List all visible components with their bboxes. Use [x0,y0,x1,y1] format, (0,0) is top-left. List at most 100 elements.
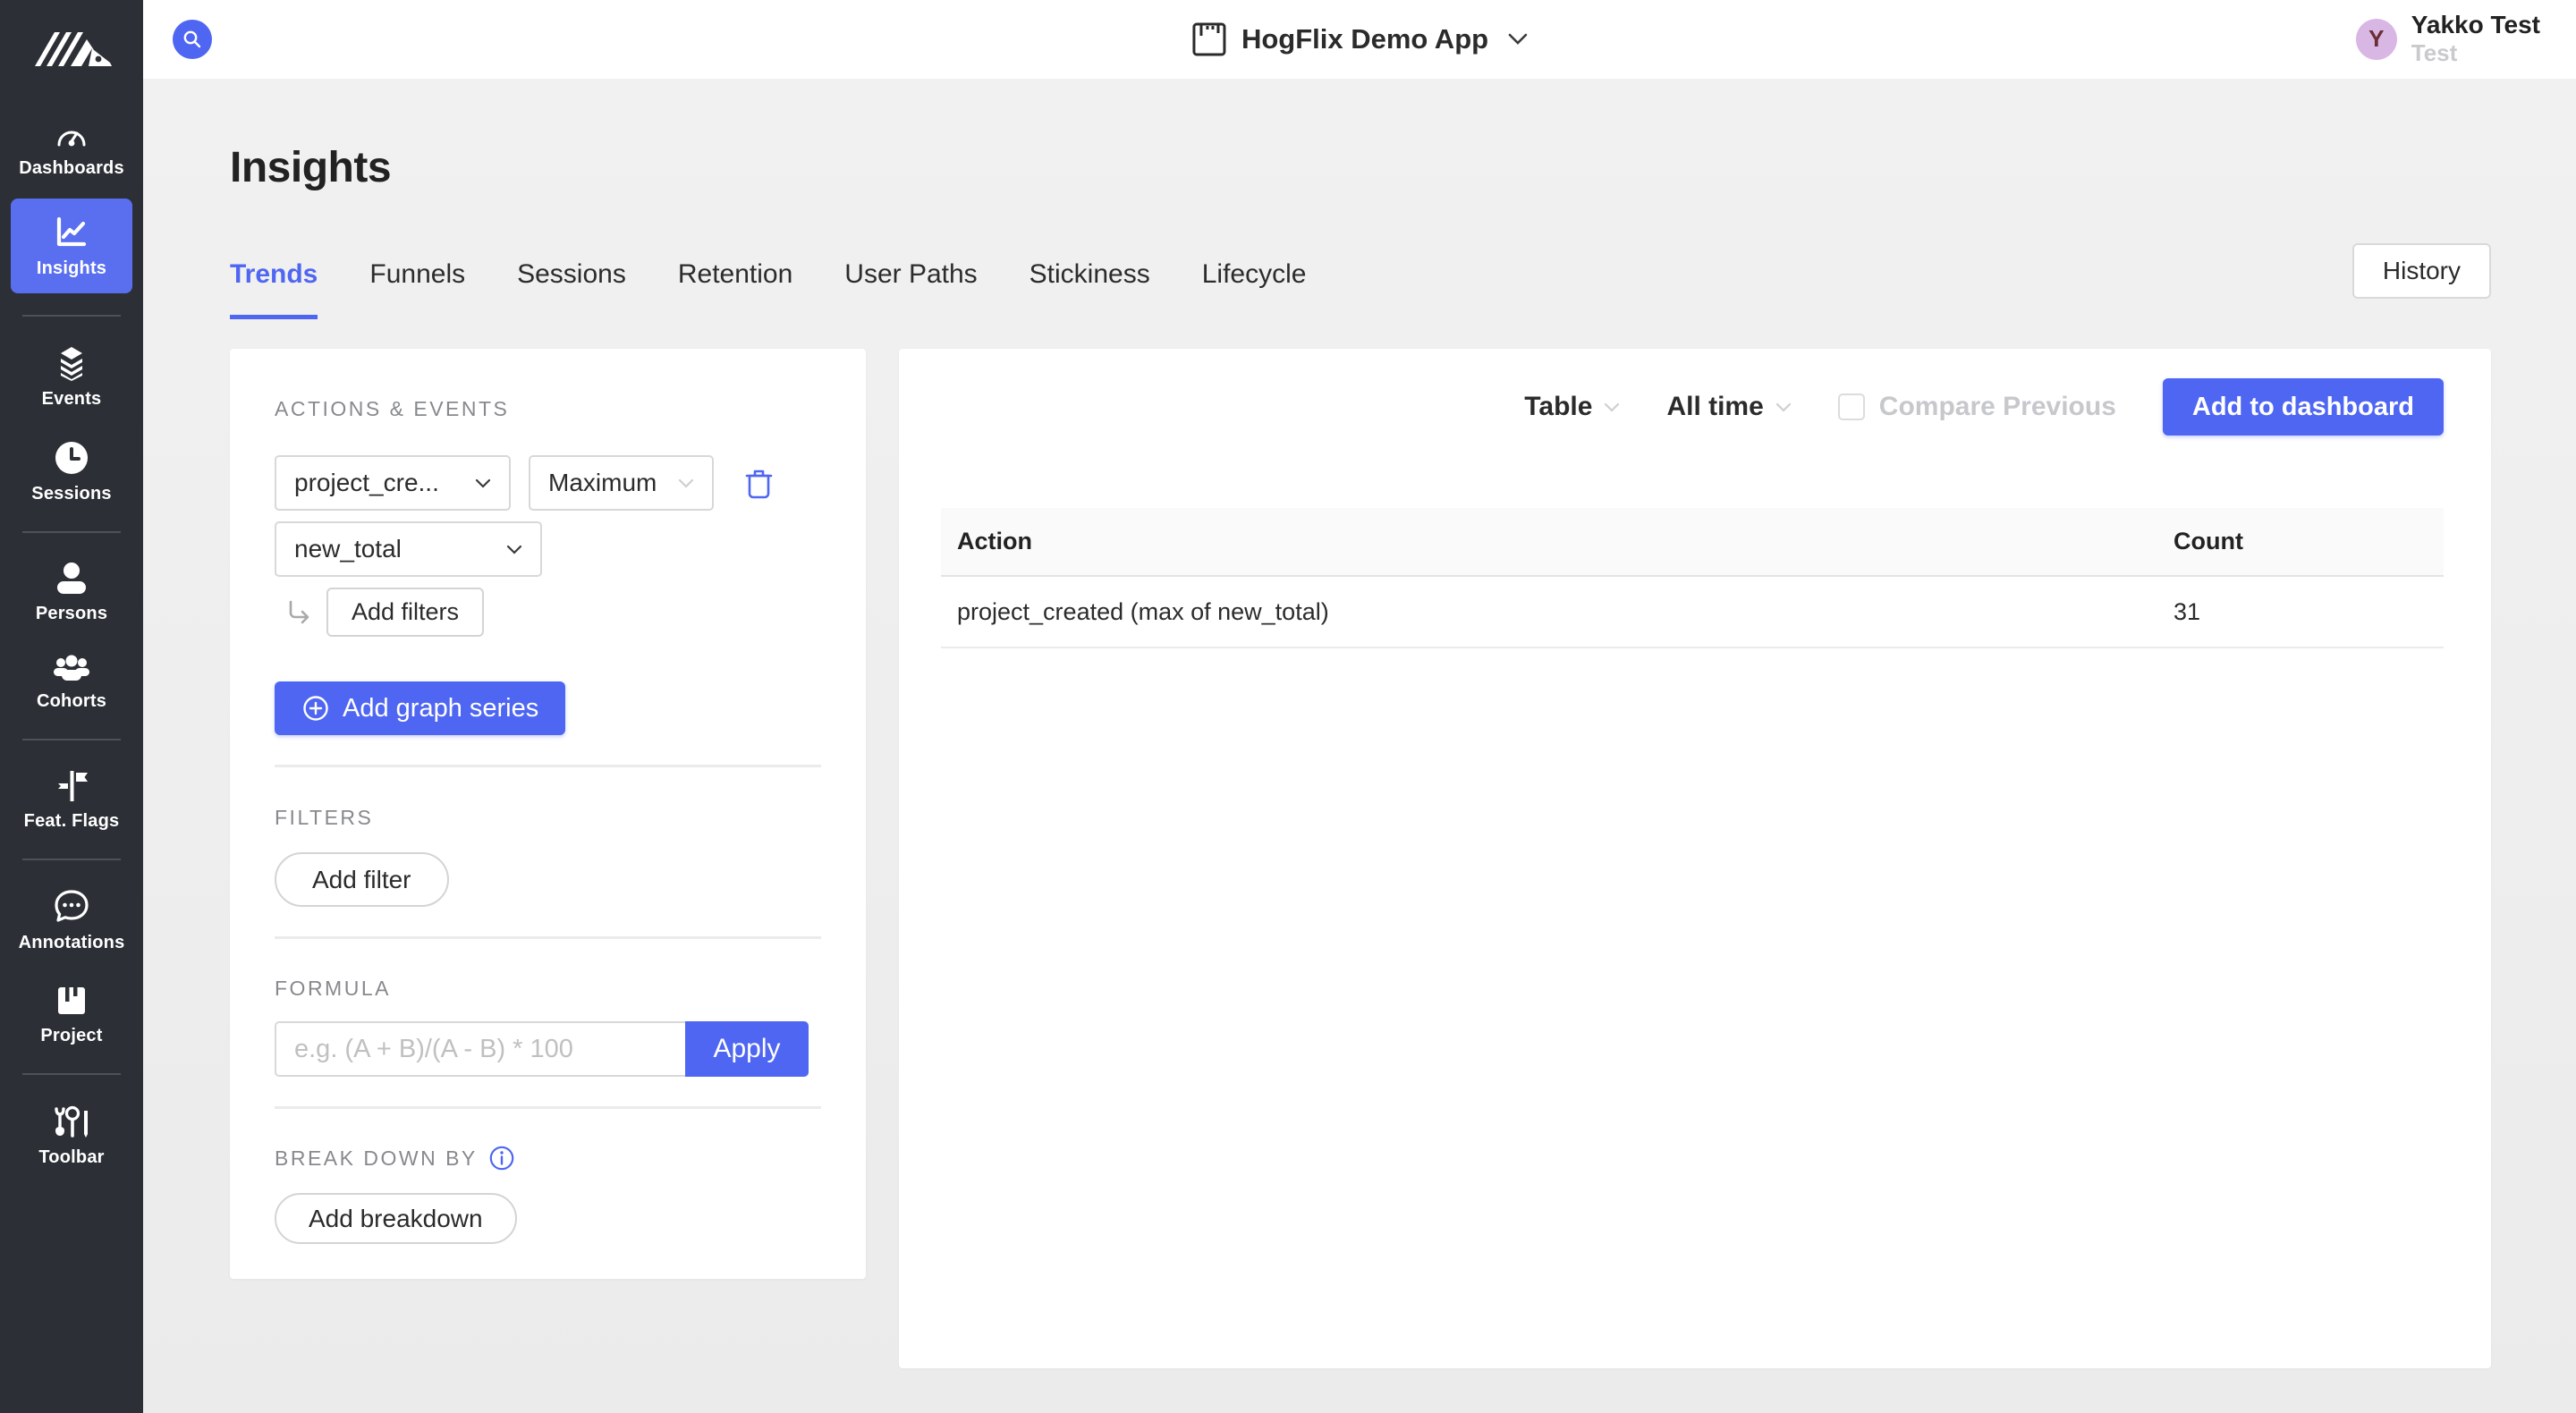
tab-trends[interactable]: Trends [230,259,318,319]
property-select[interactable]: new_total [275,521,542,577]
tab-lifecycle[interactable]: Lifecycle [1202,259,1307,319]
tabs-row: Trends Funnels Sessions Retention User P… [230,243,2491,319]
results-table: Action Count project_created (max of new… [941,508,2444,648]
sidebar-item-dashboards[interactable]: Dashboards [11,107,132,190]
date-range-select[interactable]: All time [1666,392,1791,422]
insight-body: ACTIONS & EVENTS project_cre... Maximum [230,349,2491,1368]
tab-stickiness[interactable]: Stickiness [1030,259,1150,319]
property-select-value: new_total [294,535,402,563]
chevron-down-icon [506,545,522,554]
main-content: Insights Trends Funnels Sessions Retenti… [143,79,2576,1413]
apply-formula-button[interactable]: Apply [685,1021,809,1077]
sidebar-divider [22,859,121,860]
sidebar-item-label: Events [42,389,102,410]
section-divider [275,1106,821,1109]
avatar: Y [2356,19,2397,60]
sidebar-divider [22,531,121,533]
clock-icon [54,440,89,476]
sidebar-item-feature-flags[interactable]: Feat. Flags [11,757,132,842]
sidebar-item-label: Feat. Flags [24,811,120,832]
person-icon [54,562,89,596]
tab-retention[interactable]: Retention [678,259,792,319]
tab-sessions[interactable]: Sessions [517,259,626,319]
display-type-select[interactable]: Table [1524,392,1620,422]
sidebar-item-label: Project [40,1026,102,1046]
sidebar-item-events[interactable]: Events [11,333,132,420]
add-graph-series-label: Add graph series [343,694,538,723]
section-divider [275,765,821,767]
chevron-down-icon [1775,402,1792,412]
math-select[interactable]: Maximum [529,455,714,511]
info-icon[interactable] [488,1145,515,1172]
compare-previous-label: Compare Previous [1879,392,2116,422]
sidebar-item-label: Annotations [19,933,125,953]
sidebar-item-label: Cohorts [37,691,106,712]
sidebar-item-sessions[interactable]: Sessions [11,427,132,515]
add-breakdown-button[interactable]: Add breakdown [275,1193,517,1244]
filters-heading: FILTERS [275,806,821,830]
chat-bubble-icon [53,889,90,925]
user-name: Yakko Test [2411,12,2540,39]
display-type-value: Table [1524,392,1592,422]
project-icon [55,984,89,1018]
event-select[interactable]: project_cre... [275,455,511,511]
add-filters-button[interactable]: Add filters [326,588,484,637]
sidebar-item-label: Persons [36,604,107,624]
sidebar-divider [22,739,121,740]
formula-heading: FORMULA [275,977,821,1001]
page-title: Insights [230,143,2491,192]
tab-funnels[interactable]: Funnels [369,259,465,319]
add-to-dashboard-button[interactable]: Add to dashboard [2163,378,2444,436]
sidebar-item-annotations[interactable]: Annotations [11,876,132,964]
flags-icon [54,769,89,803]
search-button[interactable] [173,20,212,59]
table-header-row: Action Count [941,508,2444,577]
sidebar-item-label: Insights [37,258,106,279]
sidebar-item-label: Dashboards [19,158,124,179]
magnifier-icon [182,29,203,50]
sidebar-item-label: Sessions [31,484,111,504]
sidebar-item-project[interactable]: Project [11,971,132,1057]
formula-input[interactable] [275,1021,685,1077]
topbar: HogFlix Demo App Y Yakko Test Test [143,0,2576,79]
results-header: Table All time Compare Previous Add to d… [941,378,2444,436]
table-row: project_created (max of new_total) 31 [941,577,2444,648]
insight-results-panel: Table All time Compare Previous Add to d… [899,349,2491,1368]
posthog-hedgehog-logo-icon [30,20,114,72]
chevron-down-icon [1508,33,1528,46]
sidebar-item-cohorts[interactable]: Cohorts [11,642,132,723]
math-select-value: Maximum [548,469,657,497]
add-filter-button[interactable]: Add filter [275,852,449,907]
date-range-value: All time [1666,392,1763,422]
section-divider [275,936,821,939]
compare-previous-control: Compare Previous [1838,392,2116,422]
line-chart-icon [53,215,90,250]
chevron-down-icon [475,478,491,488]
compare-previous-checkbox[interactable] [1838,393,1865,420]
chevron-down-icon [1604,402,1620,412]
project-switcher[interactable]: HogFlix Demo App [1191,21,1528,57]
add-graph-series-button[interactable]: Add graph series [275,681,565,735]
column-header-count: Count [2174,528,2444,555]
cell-count: 31 [2174,598,2444,626]
user-menu[interactable]: Y Yakko Test Test [2356,12,2540,67]
sidebar-divider [22,315,121,317]
project-icon [1191,21,1227,57]
sidebar-item-toolbar[interactable]: Toolbar [11,1091,132,1179]
sidebar: Dashboards Insights Events [0,0,143,1413]
plus-circle-icon [301,694,330,723]
insight-editor-panel: ACTIONS & EVENTS project_cre... Maximum [230,349,866,1279]
posthog-logo[interactable] [30,20,114,72]
user-organization: Test [2411,39,2540,67]
history-button[interactable]: History [2352,243,2491,299]
event-select-value: project_cre... [294,469,439,497]
delete-series-button[interactable] [744,467,774,499]
sidebar-item-insights[interactable]: Insights [11,199,132,293]
trash-icon [744,467,774,499]
sidebar-divider [22,1073,121,1075]
breakdown-heading-text: BREAK DOWN BY [275,1146,478,1171]
sidebar-item-label: Toolbar [38,1147,104,1168]
sidebar-item-persons[interactable]: Persons [11,549,132,635]
gauge-icon [54,120,89,150]
tab-user-paths[interactable]: User Paths [844,259,977,319]
